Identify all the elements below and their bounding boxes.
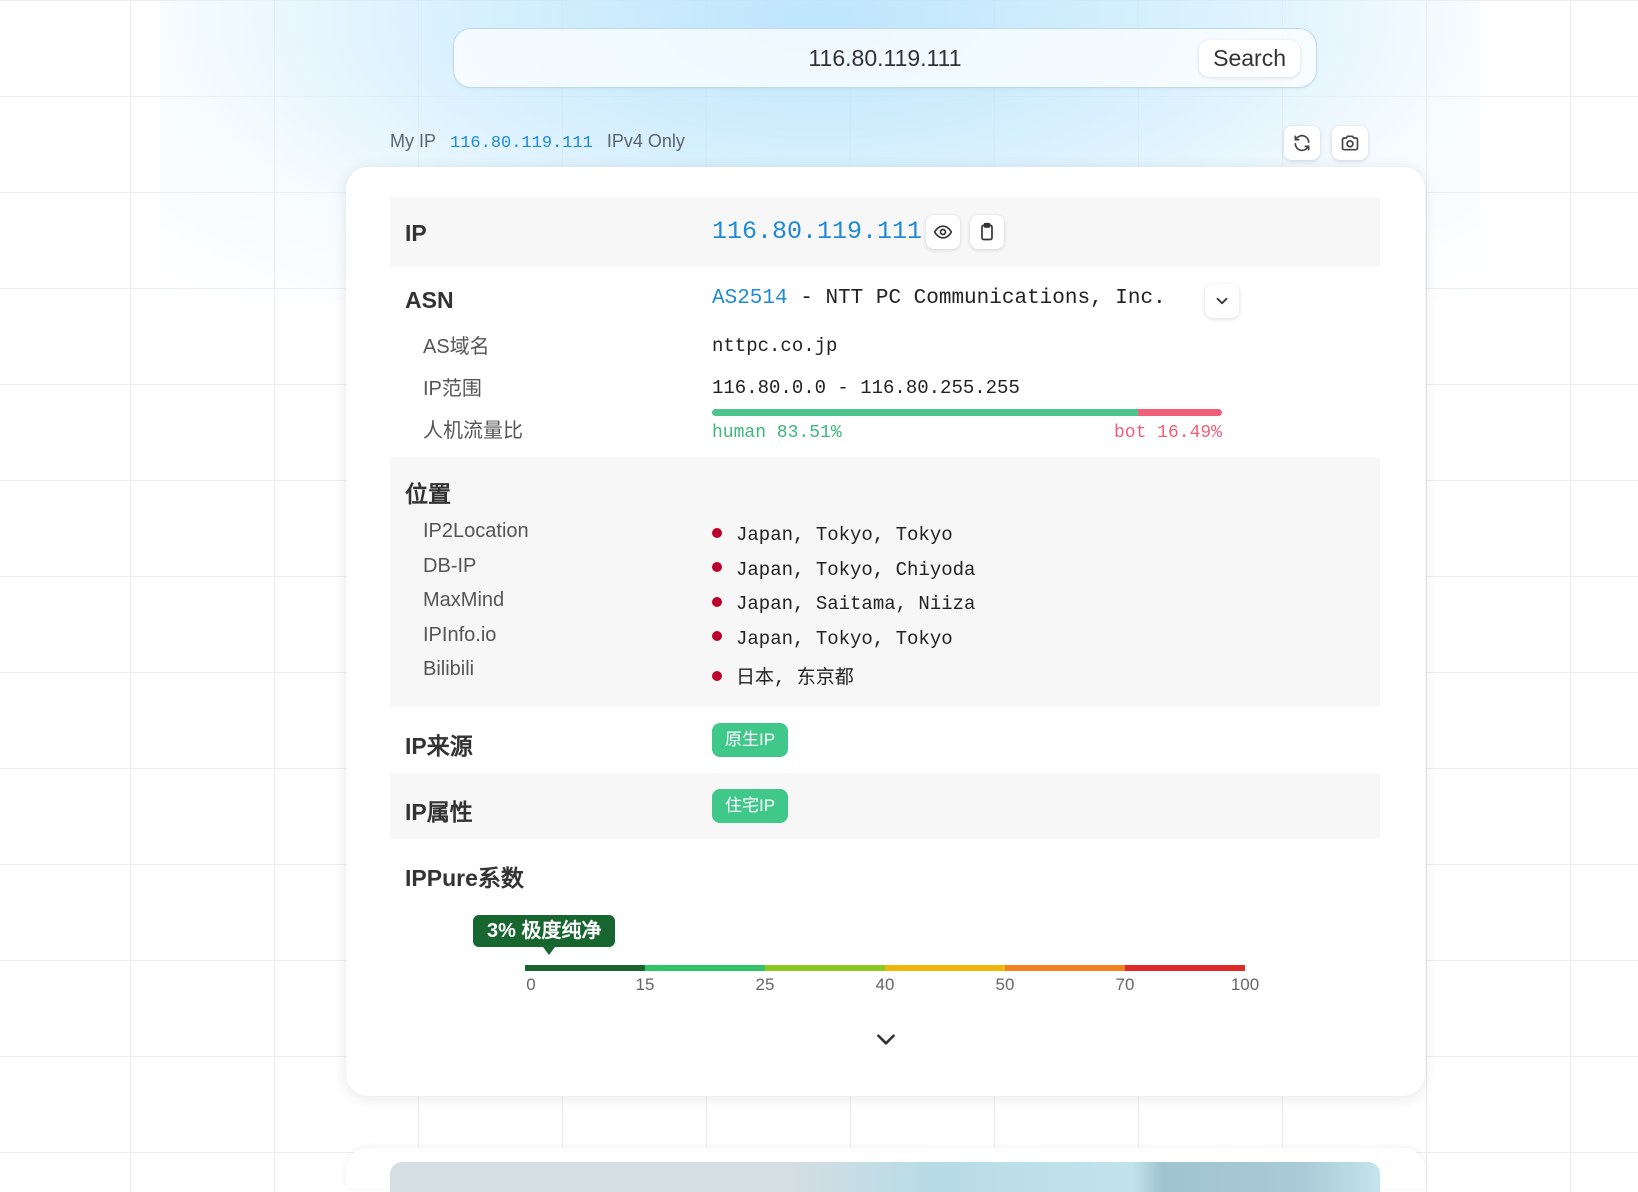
ippure-scale-segment — [885, 965, 1005, 971]
location-source-name: MaxMind — [423, 589, 505, 611]
location-text: Japan, Tokyo, Chiyoda — [736, 558, 976, 581]
ip-source-label: IP来源 — [405, 733, 473, 759]
as-domain-label: AS域名 — [423, 336, 490, 358]
refresh-button[interactable] — [1284, 126, 1320, 160]
ip-range-value: 116.80.0.0 - 116.80.255.255 — [712, 377, 1020, 399]
asn-label: ASN — [405, 287, 454, 313]
location-source-value: Japan, Tokyo, Tokyo — [712, 628, 953, 650]
map-preview[interactable] — [390, 1162, 1380, 1192]
clipboard-icon — [981, 222, 993, 241]
search-button[interactable]: Search — [1199, 40, 1300, 77]
location-text: Japan, Tokyo, Tokyo — [736, 627, 953, 650]
ip-row: IP 116.80.119.111 — [390, 197, 1380, 267]
ip-info-card: IP 116.80.119.111 ASN AS2514 - NTT PC Co… — [346, 167, 1425, 1096]
asn-org: NTT PC Communications, Inc. — [825, 287, 1166, 310]
my-ip-label: My IP — [390, 131, 437, 151]
ippure-scale-tick: 40 — [875, 975, 895, 994]
search-bar: Search — [453, 28, 1317, 88]
asn-section: ASN AS2514 - NTT PC Communications, Inc.… — [390, 267, 1380, 457]
ippure-scale-segment — [645, 965, 765, 971]
ip-label: IP — [405, 220, 427, 246]
location-label: 位置 — [405, 481, 451, 507]
native-ip-badge: 原生IP — [712, 723, 789, 757]
asn-separator: - — [787, 287, 826, 310]
chevron-down-icon — [1216, 297, 1228, 305]
ratio-bot-fill — [1137, 409, 1222, 416]
ip-range-label: IP范围 — [423, 378, 482, 400]
my-ip-row: My IP 116.80.119.111 IPv4 Only — [390, 131, 685, 153]
ippure-scale-tick: 70 — [1115, 975, 1135, 994]
location-source-value: Japan, Tokyo, Chiyoda — [712, 559, 975, 581]
ippure-scale-tick: 100 — [1230, 975, 1260, 994]
ipv4-only-label: IPv4 Only — [606, 131, 685, 151]
ippure-scale-segment — [1125, 965, 1245, 971]
ippure-scale-segment — [765, 965, 885, 971]
ippure-score-pointer — [543, 947, 555, 955]
my-ip-value[interactable]: 116.80.119.111 — [450, 134, 593, 153]
ip-source-row: IP来源 原生IP — [390, 707, 1380, 773]
ip-attribute-row: IP属性 住宅IP — [390, 773, 1380, 839]
screenshot-button[interactable] — [1332, 126, 1368, 160]
location-source-value: Japan, Tokyo, Tokyo — [712, 524, 953, 546]
location-text: 日本, 东京都 — [736, 667, 854, 689]
ippure-scale-segment — [1005, 965, 1125, 971]
ippure-scale-tick: 0 — [526, 975, 536, 994]
ip-attribute-label: IP属性 — [405, 799, 473, 825]
location-text: Japan, Tokyo, Tokyo — [736, 524, 953, 546]
ippure-score-bubble: 3% 极度纯净 — [473, 915, 616, 947]
residential-ip-badge: 住宅IP — [712, 789, 789, 823]
asn-expand-button[interactable] — [1205, 284, 1239, 318]
search-input[interactable] — [454, 29, 1316, 87]
ratio-human-fill — [712, 409, 1138, 416]
japan-flag-icon — [712, 562, 722, 573]
ippure-section: IPPure系数 3% 极度纯净 0 15 25 40 50 70 100 — [390, 839, 1380, 1039]
location-source-value: 日本, 东京都 — [712, 662, 854, 689]
ippure-scale-tick: 50 — [995, 975, 1015, 994]
refresh-icon — [1294, 134, 1310, 152]
human-ratio-text: human 83.51% — [712, 423, 842, 443]
bot-ratio-text: bot 16.49% — [1113, 423, 1222, 443]
location-source-value: Japan, Saitama, Niiza — [712, 593, 975, 615]
eye-icon — [933, 225, 953, 239]
location-source-name: DB-IP — [423, 554, 477, 577]
chevron-down-icon — [877, 1034, 895, 1045]
japan-flag-icon — [712, 670, 722, 681]
ip-value[interactable]: 116.80.119.111 — [712, 217, 922, 246]
location-source-name: Bilibili — [423, 658, 475, 680]
location-source-name: IP2Location — [423, 520, 529, 542]
ippure-scale-tick: 15 — [635, 975, 655, 994]
japan-flag-icon — [712, 596, 722, 607]
asn-number-link[interactable]: AS2514 — [712, 287, 788, 310]
traffic-ratio-bar — [712, 409, 1222, 416]
location-section: 位置 IP2Location Japan, Tokyo, Tokyo DB-IP Ja… — [390, 457, 1380, 707]
camera-icon — [1341, 135, 1359, 151]
location-text: Japan, Saitama, Niiza — [736, 593, 976, 615]
location-source-name: IPInfo.io — [423, 623, 497, 646]
copy-ip-button[interactable] — [970, 215, 1004, 249]
asn-value: AS2514 - NTT PC Communications, Inc. — [712, 287, 1166, 310]
as-domain-value: nttpc.co.jp — [712, 335, 838, 357]
ippure-scale: 3% 极度纯净 0 15 25 40 50 70 100 — [473, 915, 1259, 1025]
ippure-scale-segment — [525, 965, 645, 971]
japan-flag-icon — [712, 527, 722, 538]
japan-flag-icon — [712, 631, 722, 642]
ippure-scale-tick: 25 — [755, 975, 775, 994]
traffic-ratio-label: 人机流量比 — [423, 420, 523, 442]
expand-more-button[interactable] — [869, 1022, 903, 1056]
toggle-visibility-button[interactable] — [926, 215, 960, 249]
ippure-label: IPPure系数 — [405, 865, 524, 891]
